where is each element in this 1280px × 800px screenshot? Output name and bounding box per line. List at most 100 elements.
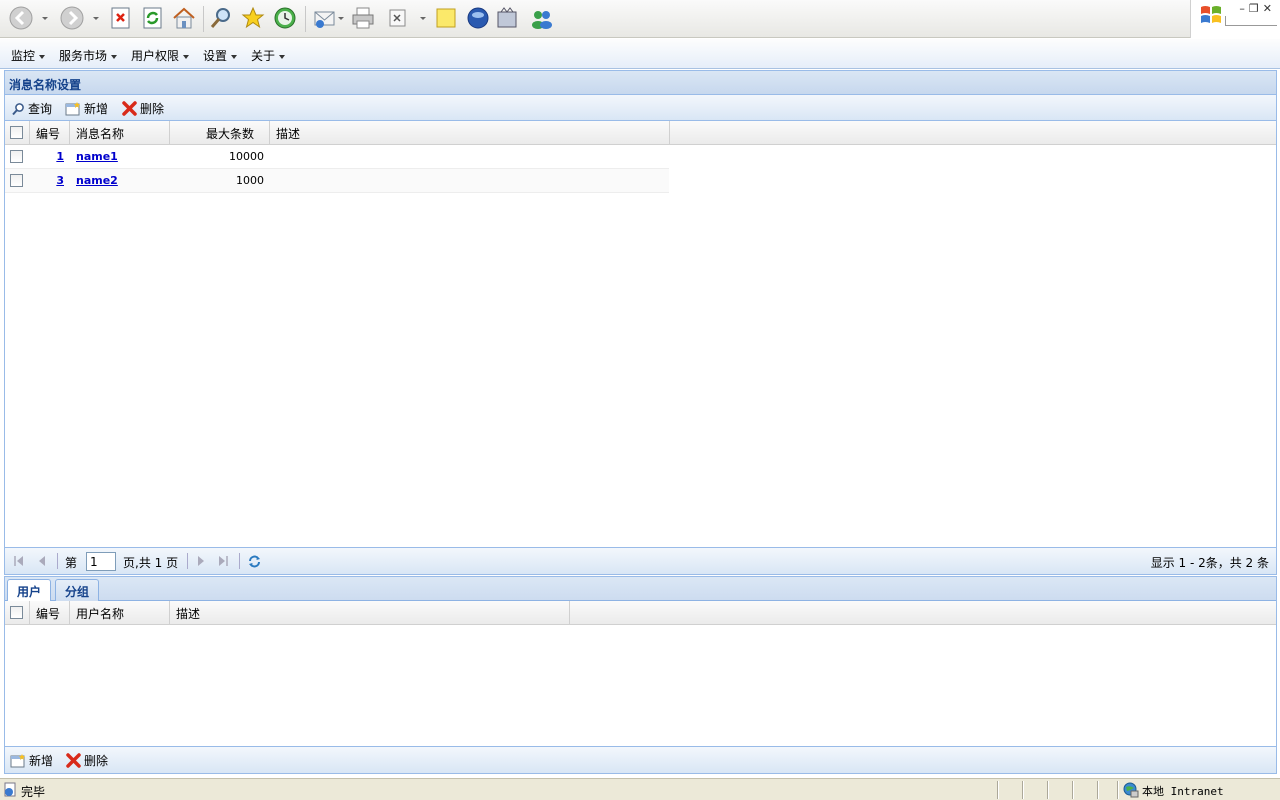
add-label: 新增 xyxy=(84,102,109,116)
status-divider xyxy=(997,781,999,799)
new-window-icon xyxy=(65,101,80,115)
status-divider xyxy=(1072,781,1074,799)
chevron-down-icon xyxy=(111,54,118,59)
tab-users[interactable]: 用户 xyxy=(7,579,52,602)
menu-item-label: 监控 xyxy=(11,49,36,63)
forward-icon[interactable] xyxy=(60,6,84,30)
back-icon[interactable] xyxy=(9,6,33,30)
status-divider xyxy=(1117,781,1119,799)
pager-separator xyxy=(239,553,240,569)
sub-grid-header: 编号 用户名称 描述 xyxy=(5,601,1276,625)
status-divider xyxy=(1047,781,1049,799)
sub-toolbar: 新增 删除 xyxy=(5,746,1276,773)
tab-strip: 用户 分组 xyxy=(5,577,1276,602)
main-toolbar: 查询 新增 删除 xyxy=(5,95,1276,121)
column-header-name[interactable]: 消息名称 xyxy=(70,121,170,144)
next-page-icon[interactable] xyxy=(194,554,208,568)
query-button[interactable]: 查询 xyxy=(11,100,52,117)
print-icon[interactable] xyxy=(351,6,375,30)
menu-item-service-market[interactable]: 服务市场 xyxy=(59,47,118,64)
row-id-link[interactable]: 1 xyxy=(56,150,64,163)
grid-header: 编号 消息名称 最大条数 描述 xyxy=(5,121,1276,145)
toolbar-separator xyxy=(203,6,204,32)
page-icon xyxy=(4,782,16,797)
refresh-icon[interactable] xyxy=(141,6,165,30)
forward-dropdown-icon[interactable] xyxy=(93,17,99,20)
page-number-input[interactable] xyxy=(86,552,116,571)
menu-item-monitor[interactable]: 监控 xyxy=(11,47,46,64)
user-group-panel: 用户 分组 编号 用户名称 描述 新增 删除 xyxy=(4,576,1277,774)
history-icon[interactable] xyxy=(273,6,297,30)
page-prefix: 第 xyxy=(65,556,78,570)
menu-item-user-permissions[interactable]: 用户权限 xyxy=(131,47,190,64)
table-row[interactable]: 3 name2 1000 xyxy=(5,169,669,193)
mail-icon[interactable] xyxy=(313,6,337,30)
refresh-icon[interactable] xyxy=(247,554,262,569)
zone-text: 本地 Intranet xyxy=(1142,785,1224,798)
window-buttons[interactable]: –❐✕ xyxy=(1239,2,1276,15)
chevron-down-icon xyxy=(183,54,190,59)
message-name-panel: 消息名称设置 查询 新增 删除 编号 消息名称 最大条数 描述 1 name1 … xyxy=(4,70,1277,575)
delete-user-button[interactable]: 删除 xyxy=(66,752,108,769)
windows-logo-icon xyxy=(1201,6,1221,23)
pagination-toolbar: 第 页,共 1 页 显示 1 - 2条，共 2 条 xyxy=(5,547,1276,574)
select-all-checkbox[interactable] xyxy=(10,606,23,619)
messenger-icon[interactable] xyxy=(466,6,490,30)
delete-label: 删除 xyxy=(84,754,109,768)
search-icon[interactable] xyxy=(209,6,233,30)
column-header-description[interactable]: 描述 xyxy=(270,121,670,144)
mail-dropdown-icon[interactable] xyxy=(338,17,344,20)
first-page-icon[interactable] xyxy=(12,554,26,568)
new-window-icon xyxy=(10,753,25,767)
status-text: 完毕 xyxy=(21,785,46,799)
row-description xyxy=(270,169,670,192)
browser-statusbar: 完毕 本地 Intranet xyxy=(0,778,1280,800)
home-icon[interactable] xyxy=(172,6,196,30)
add-user-button[interactable]: 新增 xyxy=(10,752,53,769)
chevron-down-icon xyxy=(279,54,286,59)
menu-item-label: 关于 xyxy=(251,49,276,63)
stop-icon[interactable] xyxy=(109,6,133,30)
select-all-checkbox[interactable] xyxy=(10,126,23,139)
media-icon[interactable] xyxy=(496,6,520,30)
table-row[interactable]: 1 name1 10000 xyxy=(5,145,669,169)
contacts-icon[interactable] xyxy=(530,6,554,30)
column-header-user-name[interactable]: 用户名称 xyxy=(70,601,170,624)
last-page-icon[interactable] xyxy=(216,554,230,568)
window-throbber-area xyxy=(1225,16,1277,26)
column-header-id[interactable]: 编号 xyxy=(30,601,70,624)
search-icon xyxy=(12,102,24,115)
delete-button[interactable]: 删除 xyxy=(122,100,164,117)
column-header-id[interactable]: 编号 xyxy=(30,121,70,144)
row-checkbox-cell xyxy=(5,169,30,192)
window-controls-area: –❐✕ xyxy=(1190,0,1280,38)
status-divider xyxy=(1097,781,1099,799)
note-icon[interactable] xyxy=(434,6,458,30)
row-id-link[interactable]: 3 xyxy=(56,174,64,187)
edit-icon[interactable] xyxy=(387,6,411,30)
row-description xyxy=(270,145,670,168)
add-button[interactable]: 新增 xyxy=(65,100,108,117)
menu-item-about[interactable]: 关于 xyxy=(251,47,286,64)
delete-label: 删除 xyxy=(140,102,165,116)
row-checkbox[interactable] xyxy=(10,150,23,163)
row-checkbox[interactable] xyxy=(10,174,23,187)
chevron-down-icon xyxy=(231,54,238,59)
menu-item-label: 服务市场 xyxy=(59,49,108,63)
back-dropdown-icon[interactable] xyxy=(42,17,48,20)
edit-dropdown-icon[interactable] xyxy=(420,17,426,20)
column-header-description[interactable]: 描述 xyxy=(170,601,570,624)
favorites-icon[interactable] xyxy=(241,6,265,30)
menu-item-settings[interactable]: 设置 xyxy=(203,47,238,64)
row-name-link[interactable]: name1 xyxy=(76,150,118,163)
prev-page-icon[interactable] xyxy=(35,554,49,568)
select-all-cell xyxy=(5,121,30,144)
panel-title: 消息名称设置 xyxy=(5,71,1276,95)
column-header-max-count[interactable]: 最大条数 xyxy=(170,121,270,144)
row-name-link[interactable]: name2 xyxy=(76,174,118,187)
tab-groups[interactable]: 分组 xyxy=(55,579,100,601)
query-label: 查询 xyxy=(28,102,53,116)
row-max-count: 10000 xyxy=(229,150,264,163)
intranet-globe-icon xyxy=(1123,782,1139,798)
select-all-cell xyxy=(5,601,30,624)
